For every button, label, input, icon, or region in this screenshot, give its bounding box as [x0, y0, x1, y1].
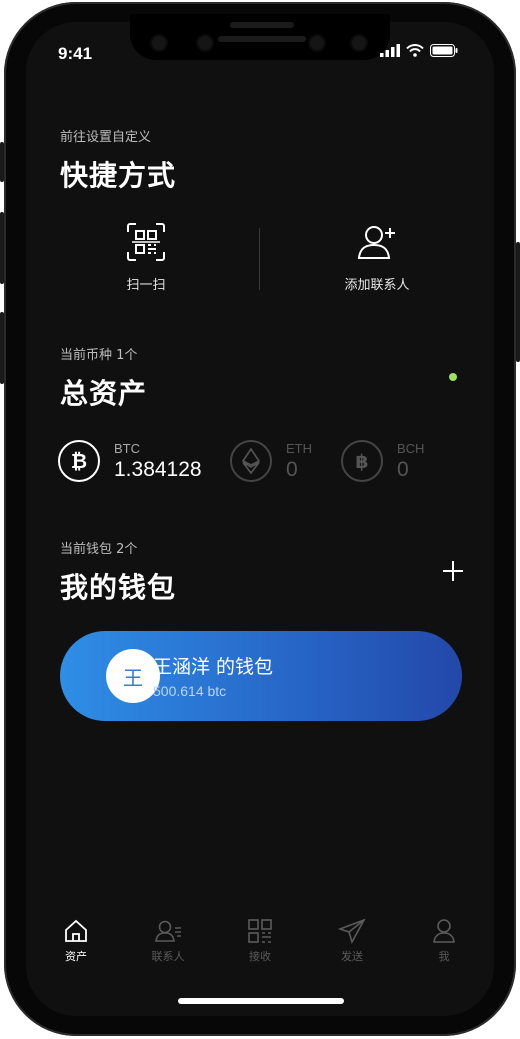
shortcuts-divider: [259, 228, 260, 290]
svg-text:₿: ₿: [71, 449, 87, 473]
add-contact-icon: [357, 226, 395, 259]
wifi-icon: [406, 44, 424, 57]
coin-amount: 0: [286, 457, 298, 481]
wallets-caption: 当前钱包 2个: [60, 542, 138, 557]
contacts-icon: [155, 920, 181, 942]
tab-contacts[interactable]: 联系人: [122, 918, 214, 974]
coin-bch[interactable]: ฿ BCH 0: [341, 440, 424, 482]
mute-switch: [0, 142, 4, 182]
coin-amount: 0: [397, 457, 409, 481]
wallet-balance: 500.614 btc: [153, 683, 227, 699]
add-wallet-button[interactable]: [440, 558, 466, 584]
coin-amount: 1.384128: [114, 457, 202, 481]
tab-bar: 资产 联系人 接收 发送 我: [30, 918, 490, 974]
tab-me[interactable]: 我: [398, 918, 490, 974]
tab-label: 资产: [65, 950, 87, 963]
volume-down-button: [0, 312, 4, 384]
tab-label: 联系人: [151, 950, 185, 963]
coin-symbol: BCH: [397, 440, 425, 456]
profile-icon: [433, 919, 455, 943]
tab-label: 发送: [341, 950, 363, 963]
volume-up-button: [0, 212, 4, 284]
tab-receive[interactable]: 接收: [214, 918, 306, 974]
bitcoin-cash-icon: ฿: [341, 440, 383, 482]
assets-caption: 当前币种 1个: [60, 348, 138, 363]
scan-label: 扫一扫: [126, 278, 166, 293]
shortcuts-caption[interactable]: 前往设置自定义: [60, 126, 151, 145]
wallet-name: 王涵洋 的钱包: [153, 656, 274, 678]
add-contact-button[interactable]: 添加联系人: [330, 222, 424, 293]
status-dot: [449, 373, 457, 381]
power-button: [516, 242, 520, 362]
shortcuts-title: 快捷方式: [60, 159, 177, 192]
assets-title: 总资产: [60, 377, 148, 410]
wallets-title: 我的钱包: [60, 571, 177, 604]
add-contact-label: 添加联系人: [344, 278, 410, 293]
tab-label: 接收: [249, 950, 271, 963]
scan-button[interactable]: 扫一扫: [104, 222, 188, 293]
coin-btc[interactable]: ₿ BTC 1.384128: [58, 440, 202, 482]
receive-qr-icon: [248, 919, 272, 943]
speaker-grille: [218, 36, 306, 42]
tab-label: 我: [438, 950, 450, 963]
home-icon: [65, 919, 87, 942]
plus-icon: [443, 561, 463, 581]
notch: [130, 14, 390, 60]
qr-scan-icon: [127, 223, 165, 261]
home-indicator[interactable]: [178, 998, 344, 1004]
avatar: 王: [106, 649, 160, 703]
coin-symbol: BTC: [114, 440, 140, 456]
signal-icon: [380, 44, 400, 57]
ethereum-icon: [230, 440, 272, 482]
status-icons: [380, 44, 458, 57]
send-icon: [338, 918, 366, 944]
tab-assets[interactable]: 资产: [30, 918, 122, 974]
wallet-card[interactable]: 王 王涵洋 的钱包 500.614 btc: [60, 631, 462, 721]
svg-text:฿: ฿: [355, 451, 368, 473]
tab-send[interactable]: 发送: [306, 918, 398, 974]
battery-icon: [430, 44, 458, 57]
bitcoin-icon: ₿: [58, 440, 100, 482]
coin-eth[interactable]: ETH 0: [230, 440, 312, 482]
front-camera: [198, 36, 212, 50]
coin-symbol: ETH: [286, 440, 312, 456]
status-time: 9:41: [58, 44, 93, 63]
